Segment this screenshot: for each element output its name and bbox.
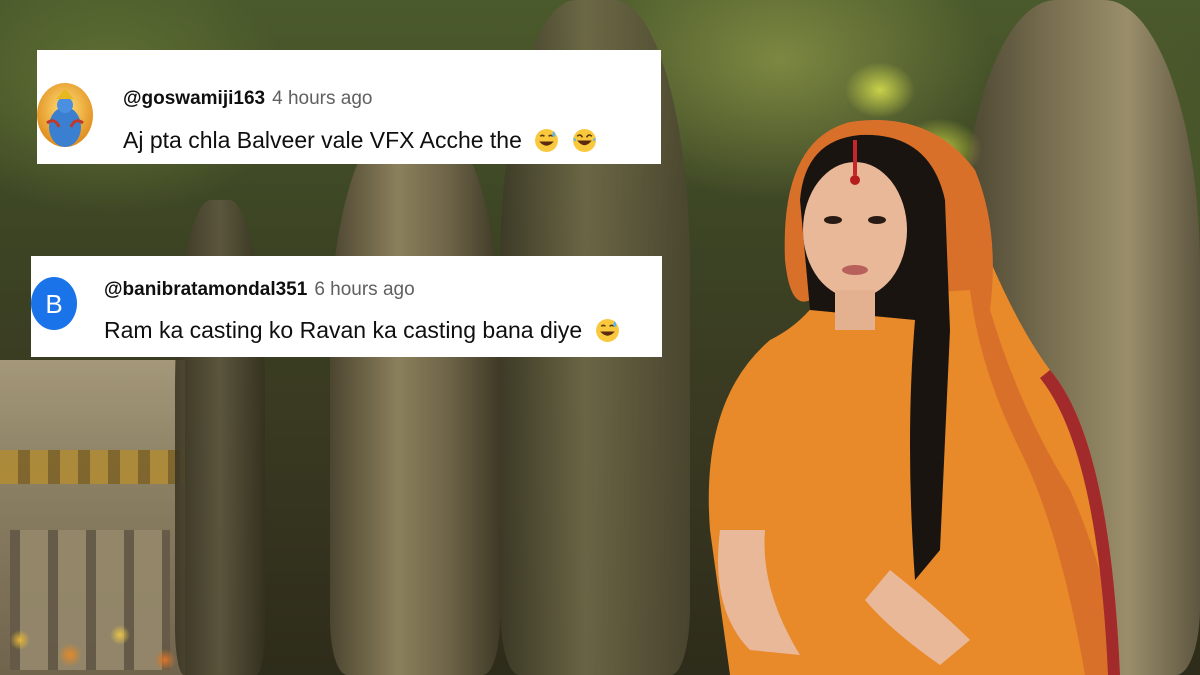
grinning-sweat-emoji-icon bbox=[595, 319, 619, 342]
user-avatar[interactable] bbox=[37, 83, 93, 147]
woman-in-orange-saree bbox=[708, 120, 1120, 675]
username-link[interactable]: @banibratamondal351 bbox=[104, 279, 307, 300]
timestamp[interactable]: 6 hours ago bbox=[314, 279, 414, 300]
tears-of-joy-emoji-icon bbox=[572, 129, 596, 152]
timestamp[interactable]: 4 hours ago bbox=[272, 88, 372, 109]
comment-body: Ram ka casting ko Ravan ka casting bana … bbox=[104, 317, 583, 343]
tree-trunk-center bbox=[330, 120, 500, 675]
comment-card: @goswamiji163 4 hours ago Aj pta chla Bal… bbox=[37, 50, 661, 164]
comment-text: Ram ka casting ko Ravan ka casting bana … bbox=[104, 316, 620, 344]
comment-meta: @goswamiji163 4 hours ago bbox=[123, 88, 372, 110]
marigold-flowers bbox=[0, 600, 200, 675]
user-avatar[interactable]: B bbox=[31, 277, 77, 330]
comment-body: Aj pta chla Balveer vale VFX Acche the bbox=[123, 127, 522, 153]
comment-card: B @banibratamondal351 6 hours ago Ram ka … bbox=[31, 256, 662, 357]
comment-text: Aj pta chla Balveer vale VFX Acche the bbox=[123, 126, 597, 154]
avatar-letter: B bbox=[45, 288, 63, 319]
username-link[interactable]: @goswamiji163 bbox=[123, 88, 265, 109]
comment-meta: @banibratamondal351 6 hours ago bbox=[104, 279, 415, 301]
deity-avatar-icon bbox=[37, 83, 93, 147]
grinning-sweat-emoji-icon bbox=[535, 129, 559, 152]
